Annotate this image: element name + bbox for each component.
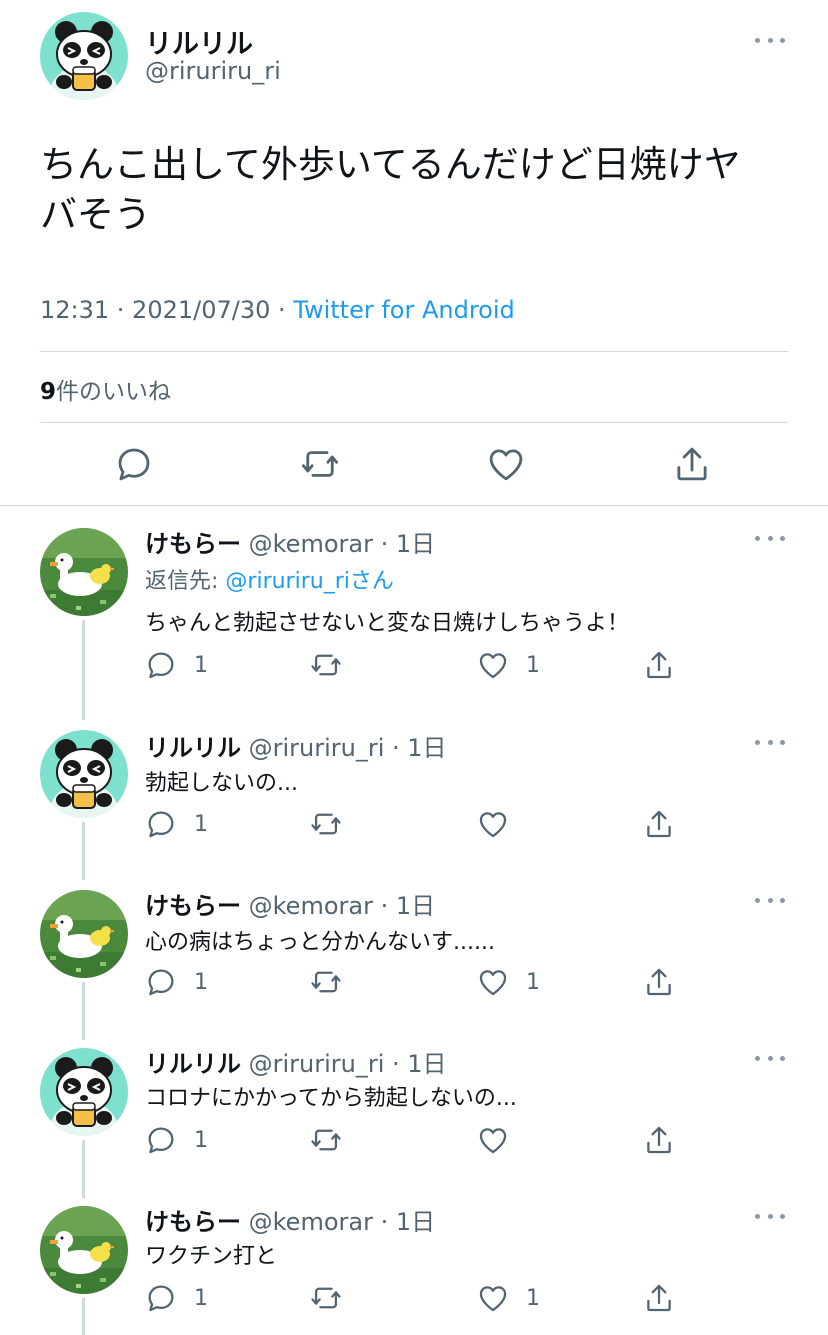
reply-author-name[interactable]: けもらー <box>145 892 241 920</box>
reply-author-name[interactable]: けもらー <box>145 1208 241 1236</box>
share-icon[interactable] <box>642 1281 676 1315</box>
reply-handle-time[interactable]: @kemorar · 1日 <box>241 530 435 558</box>
tweet-meta: 12:31 · 2021/07/30 · Twitter for Android <box>40 296 515 324</box>
reply-header: けもらー @kemorar · 1日 <box>145 1202 435 1237</box>
retweet-icon[interactable] <box>309 807 343 841</box>
tweet-text-line: バそう <box>40 193 151 236</box>
retweet-icon[interactable] <box>309 1281 343 1315</box>
reply-handle-time[interactable]: @kemorar · 1日 <box>241 1208 435 1236</box>
share-icon[interactable] <box>642 1123 676 1157</box>
reply-handle-time[interactable]: @riruriru_ri · 1日 <box>241 734 447 762</box>
tweet-text: ちんこ出して外歩いてるんだけど日焼けヤ バそう <box>40 140 780 240</box>
heart-icon[interactable] <box>476 1281 510 1315</box>
reply-icon[interactable] <box>144 1281 178 1315</box>
reply-count: 1 <box>194 812 208 837</box>
reply-count: 1 <box>194 653 208 678</box>
reply-author-name[interactable]: けもらー <box>145 530 241 558</box>
replying-to: 返信先: @riruriru_riさん <box>145 563 394 595</box>
heart-icon[interactable] <box>476 807 510 841</box>
share-icon[interactable] <box>671 443 713 485</box>
reply-count: 1 <box>194 970 208 995</box>
more-icon[interactable] <box>755 1053 785 1063</box>
thread-line <box>82 1140 85 1198</box>
heart-icon[interactable] <box>476 1123 510 1157</box>
thread-line <box>82 620 85 720</box>
reply-count: 1 <box>194 1128 208 1153</box>
more-icon[interactable] <box>755 533 785 543</box>
reply-icon[interactable] <box>113 443 155 485</box>
author-handle[interactable]: @riruriru_ri <box>145 57 281 85</box>
replying-to-handle[interactable]: @riruriru_riさん <box>225 569 393 594</box>
retweet-icon[interactable] <box>309 1123 343 1157</box>
reply-text: ワクチン打と <box>145 1244 278 1269</box>
tweet-text-line: ちんこ出して外歩いてるんだけど日焼けヤ <box>40 143 741 186</box>
thread-line <box>82 822 85 880</box>
reply-text: 心の病はちょっと分かんないす...... <box>145 930 495 955</box>
reply-icon[interactable] <box>144 648 178 682</box>
heart-icon[interactable] <box>476 648 510 682</box>
share-icon[interactable] <box>642 648 676 682</box>
reply-icon[interactable] <box>144 807 178 841</box>
reply-header: リルリル @riruriru_ri · 1日 <box>145 1044 447 1079</box>
reply-text: ちゃんと勃起させないと変な日焼けしちゃうよ！ <box>145 611 630 636</box>
avatar[interactable] <box>40 12 128 100</box>
replying-to-label: 返信先: <box>145 569 226 594</box>
more-icon[interactable] <box>755 737 785 747</box>
share-icon[interactable] <box>642 807 676 841</box>
reply-handle-time[interactable]: @riruriru_ri · 1日 <box>241 1050 447 1078</box>
tweet-timestamp: 12:31 · 2021/07/30 · <box>40 296 294 324</box>
heart-icon[interactable] <box>476 965 510 999</box>
reply-header: けもらー @kemorar · 1日 <box>145 886 435 921</box>
reply-text: 勃起しないの... <box>145 771 298 796</box>
reply-text: コロナにかかってから勃起しないの... <box>145 1086 517 1111</box>
reply-handle-time[interactable]: @kemorar · 1日 <box>241 892 435 920</box>
tweet-source-link[interactable]: Twitter for Android <box>293 296 514 324</box>
likes-label: 件のいいね <box>56 379 172 405</box>
more-icon[interactable] <box>755 895 785 905</box>
more-icon[interactable] <box>755 1211 785 1221</box>
thread-line <box>82 1298 85 1335</box>
author-name[interactable]: リルリル <box>145 22 253 61</box>
thread-line <box>82 982 85 1040</box>
avatar[interactable] <box>40 1048 128 1136</box>
retweet-icon[interactable] <box>309 965 343 999</box>
reply-icon[interactable] <box>144 965 178 999</box>
reply-header: リルリル @riruriru_ri · 1日 <box>145 728 447 763</box>
heart-icon[interactable] <box>485 443 527 485</box>
like-count: 1 <box>526 653 540 678</box>
reply-author-name[interactable]: リルリル <box>145 734 241 762</box>
divider <box>0 505 828 506</box>
reply-author-name[interactable]: リルリル <box>145 1050 241 1078</box>
more-icon[interactable] <box>755 35 785 45</box>
avatar[interactable] <box>40 890 128 978</box>
retweet-icon[interactable] <box>309 648 343 682</box>
divider <box>40 351 788 352</box>
likes-count: 9 <box>40 379 57 405</box>
likes-summary[interactable]: 9件のいいね <box>40 372 171 406</box>
reply-count: 1 <box>194 1286 208 1311</box>
avatar[interactable] <box>40 528 128 616</box>
avatar[interactable] <box>40 730 128 818</box>
reply-header: けもらー @kemorar · 1日 <box>145 524 435 559</box>
reply-icon[interactable] <box>144 1123 178 1157</box>
share-icon[interactable] <box>642 965 676 999</box>
retweet-icon[interactable] <box>299 443 341 485</box>
avatar[interactable] <box>40 1206 128 1294</box>
like-count: 1 <box>526 1286 540 1311</box>
divider <box>40 422 788 423</box>
like-count: 1 <box>526 970 540 995</box>
